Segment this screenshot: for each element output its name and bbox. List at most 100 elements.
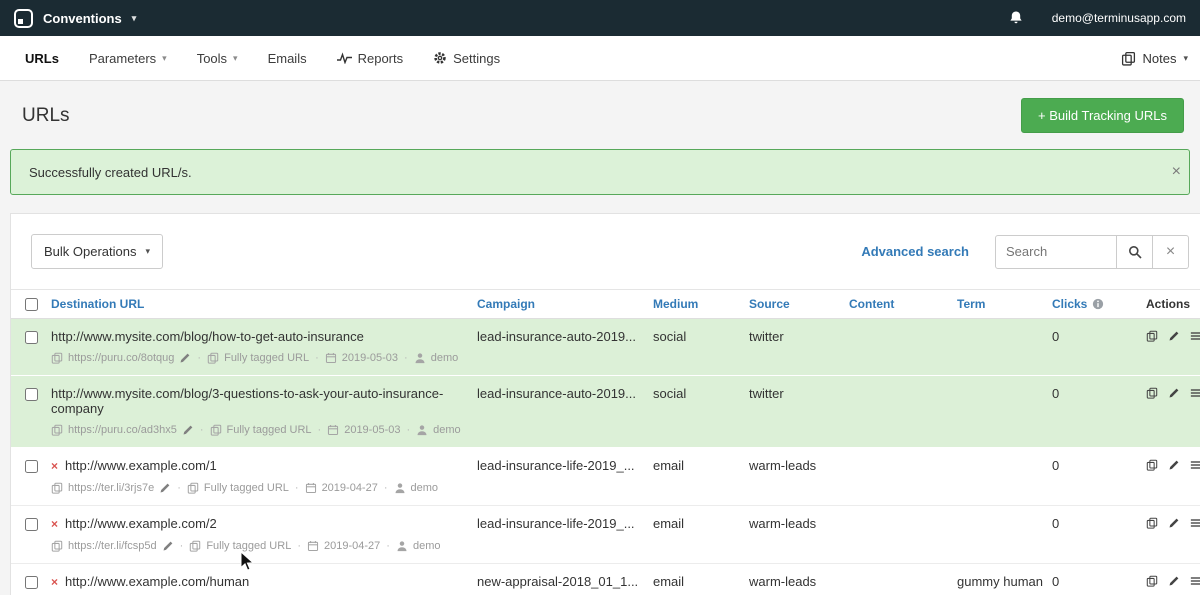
page-title: URLs [22,105,70,127]
copy-icon[interactable] [51,352,63,364]
edit-icon[interactable] [1168,517,1180,529]
row-checkbox[interactable] [25,331,38,344]
main-nav: URLs Parameters ▾ Tools ▾ Emails Reports… [0,36,1200,81]
select-all-checkbox[interactable] [25,298,38,311]
duplicate-icon[interactable] [1146,387,1158,399]
menu-icon[interactable] [1190,387,1200,399]
clear-search-button[interactable]: × [1153,235,1189,269]
medium-cell: social [653,329,749,344]
app-logo[interactable] [14,9,33,28]
tab-urls[interactable]: URLs [10,36,74,80]
search-input[interactable] [995,235,1117,269]
menu-icon[interactable] [1190,517,1200,529]
row-checkbox[interactable] [25,388,38,401]
advanced-search-link[interactable]: Advanced search [861,244,969,259]
row-checkbox[interactable] [25,460,38,473]
duplicate-icon[interactable] [1146,575,1158,587]
tab-tools[interactable]: Tools ▾ [182,36,253,80]
dot-separator: · [318,423,322,437]
dot-separator: · [315,351,319,365]
copy-icon[interactable] [51,540,63,552]
duplicate-icon[interactable] [1146,459,1158,471]
source-cell: warm-leads [749,516,849,531]
destination-url: http://www.example.com/2 [65,516,217,531]
invalid-url-icon: × [51,575,58,590]
col-destination-url[interactable]: Destination URL [51,297,477,311]
row-checkbox[interactable] [25,576,38,589]
user-icon [414,352,426,364]
calendar-icon [307,540,319,552]
tab-emails[interactable]: Emails [253,36,322,80]
short-url[interactable]: https://ter.li/fcsp5d [68,539,157,553]
edit-short-url-icon[interactable] [182,424,194,436]
dot-separator: · [406,423,410,437]
topbar: Conventions ▾ demo@terminusapp.com [0,0,1200,36]
col-term[interactable]: Term [957,297,1052,311]
col-clicks[interactable]: Clicks [1052,297,1146,311]
edit-short-url-icon[interactable] [162,540,174,552]
pulse-icon [337,52,352,64]
campaign-cell: lead-insurance-life-2019_... [477,458,653,473]
duplicate-icon[interactable] [1146,330,1158,342]
calendar-icon [305,482,317,494]
dot-separator: · [386,539,390,553]
created-by: demo [413,539,441,553]
edit-icon[interactable] [1168,459,1180,471]
tagged-url-icon [207,352,219,364]
edit-short-url-icon[interactable] [179,352,191,364]
edit-icon[interactable] [1168,387,1180,399]
tab-settings[interactable]: Settings [418,36,515,80]
edit-short-url-icon[interactable] [159,482,171,494]
dot-separator: · [177,481,181,495]
chevron-down-icon: ▾ [162,53,167,64]
destination-url: http://www.example.com/1 [65,458,217,473]
build-tracking-urls-button[interactable]: + Build Tracking URLs [1021,98,1184,133]
duplicate-icon[interactable] [1146,517,1158,529]
chevron-down-icon: ▾ [132,13,137,24]
campaign-cell: lead-insurance-auto-2019... [477,386,653,401]
tagged-url-icon [189,540,201,552]
table-row: × http://www.mysite.com/blog/how-to-get-… [11,319,1200,376]
workspace-menu[interactable]: Conventions ▾ [14,9,136,28]
chevron-down-icon: ▾ [233,53,238,64]
tab-parameters[interactable]: Parameters ▾ [74,36,182,80]
short-url[interactable]: https://puru.co/ad3hx5 [68,423,177,437]
col-campaign[interactable]: Campaign [477,297,653,311]
source-cell: twitter [749,386,849,401]
table-header-row: Destination URL Campaign Medium Source C… [11,289,1200,319]
tab-reports[interactable]: Reports [322,36,419,80]
edit-icon[interactable] [1168,575,1180,587]
bulk-operations-button[interactable]: Bulk Operations ▾ [31,234,163,269]
created-by: demo [411,481,439,495]
col-source[interactable]: Source [749,297,849,311]
menu-icon[interactable] [1190,575,1200,587]
row-checkbox[interactable] [25,518,38,531]
success-alert: Successfully created URL/s. × [10,149,1190,195]
created-by: demo [431,351,459,365]
copy-icon[interactable] [51,424,63,436]
col-actions: Actions [1146,297,1200,311]
copy-icon[interactable] [51,482,63,494]
source-cell: warm-leads [749,458,849,473]
col-content[interactable]: Content [849,297,957,311]
table-row: × http://www.mysite.com/blog/3-questions… [11,376,1200,448]
table-row: × http://www.example.com/human https://p… [11,564,1200,595]
created-date: 2019-04-27 [322,481,378,495]
dot-separator: · [200,423,204,437]
col-medium[interactable]: Medium [653,297,749,311]
alert-close-icon[interactable]: × [1172,164,1181,180]
clicks-cell: 0 [1052,574,1146,589]
short-url[interactable]: https://puru.co/8otqug [68,351,174,365]
notifications-bell-icon[interactable] [1008,10,1024,26]
notes-button[interactable]: Notes ▾ [1121,36,1191,80]
medium-cell: social [653,386,749,401]
source-cell: warm-leads [749,574,849,589]
account-menu[interactable]: demo@terminusapp.com [1052,11,1186,25]
table-body: × http://www.mysite.com/blog/how-to-get-… [11,319,1200,595]
search-button[interactable] [1117,235,1153,269]
short-url[interactable]: https://ter.li/3rjs7e [68,481,154,495]
edit-icon[interactable] [1168,330,1180,342]
menu-icon[interactable] [1190,459,1200,471]
menu-icon[interactable] [1190,330,1200,342]
dot-separator: · [404,351,408,365]
